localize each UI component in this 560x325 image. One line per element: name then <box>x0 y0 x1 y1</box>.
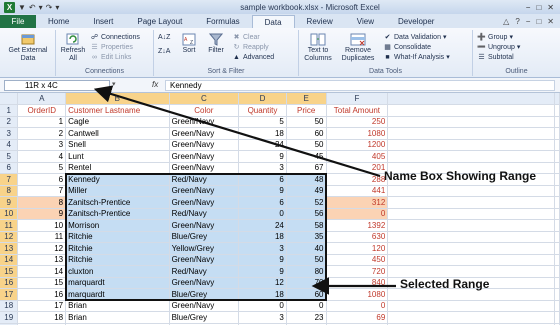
selected-range-annotation: Selected Range <box>400 277 490 291</box>
name-box-annotation: Name Box Showing Range <box>384 169 537 183</box>
name-box-arrow <box>93 85 381 178</box>
